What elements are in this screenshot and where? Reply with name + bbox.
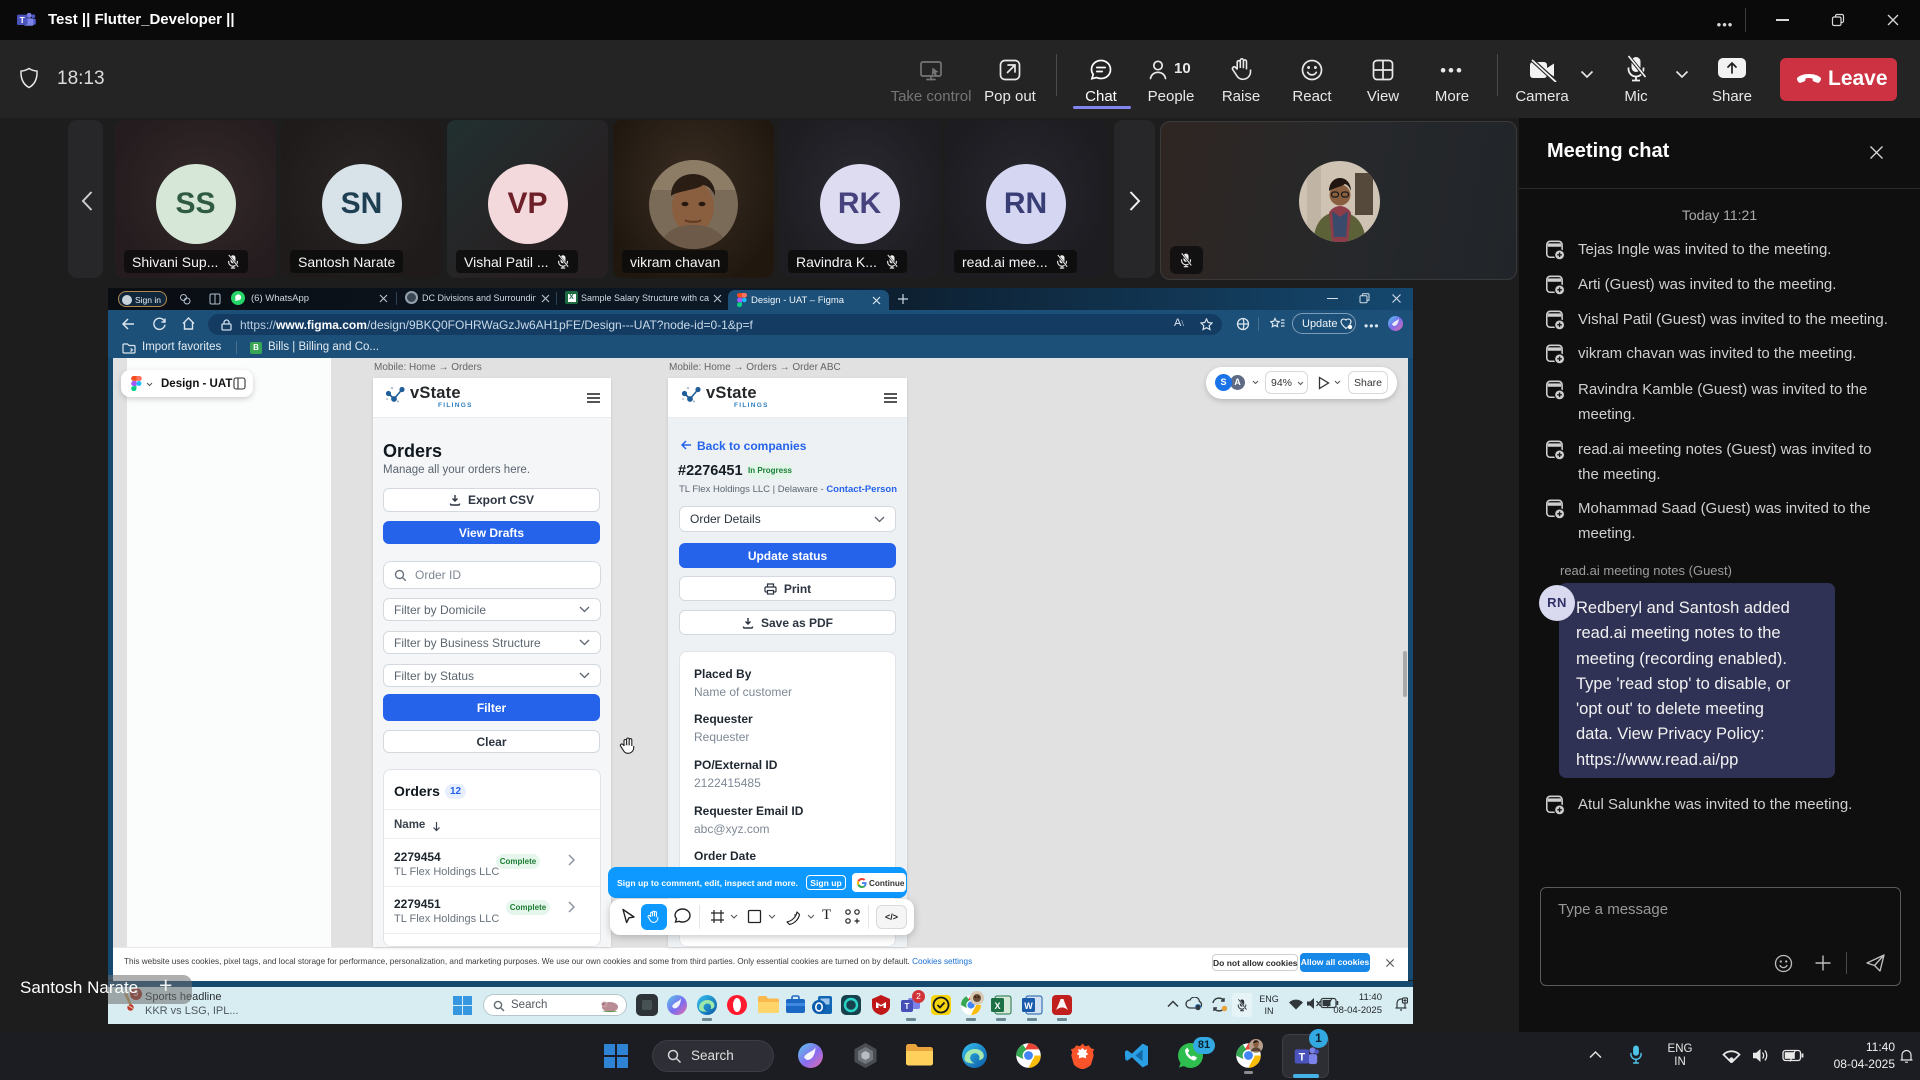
svg-text:T: T (1299, 1051, 1306, 1063)
svg-text:T: T (20, 15, 26, 25)
svg-text:T: T (905, 1002, 910, 1011)
svg-text:X: X (994, 1001, 1000, 1011)
svg-text:W: W (1024, 1001, 1033, 1011)
svg-text:S: S (1196, 1005, 1200, 1011)
